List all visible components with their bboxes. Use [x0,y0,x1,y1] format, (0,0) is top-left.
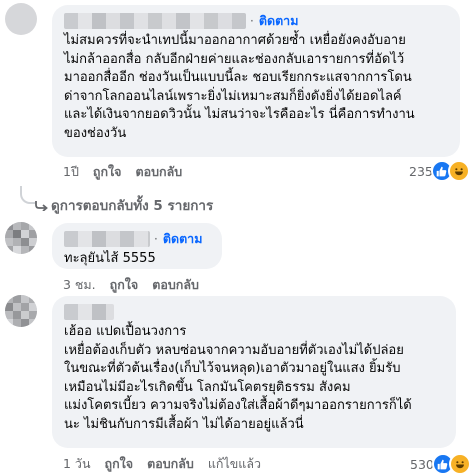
haha-icon [447,160,470,182]
reaction-count: 235 [409,163,433,179]
comment-bubble: · ติดตาม ไม่สมควรที่จะนำเทปนี้มาออกอากาศ… [52,5,460,157]
comment-bubble: · ติดตาม ทะลุยันไส้ 5555 [52,223,222,269]
view-replies-link[interactable]: ดูการตอบกลับทั้ง 5 รายการ [35,194,213,216]
comment-bubble: เฮ้ออ แปดเปื้อนวงการ เหยื่อต้องเก็บตัว ห… [52,296,456,448]
author-name[interactable] [64,231,150,247]
like-button[interactable]: ถูกใจ [93,162,122,182]
haha-icon [448,453,471,475]
comment-actions: 3 ชม. ถูกใจ ตอบกลับ [63,277,213,293]
comment-text: ทะลุยันไส้ 5555 [64,251,156,266]
comment-actions: 1ปี ถูกใจ ตอบกลับ [63,164,196,180]
reaction-summary[interactable]: 235 [409,160,470,182]
reply-button[interactable]: ตอบกลับ [152,275,199,295]
avatar[interactable] [5,222,37,254]
timestamp[interactable]: 1 วัน [63,454,91,474]
comment-text: เฮ้ออ แปดเปื้อนวงการ เหยื่อต้องเก็บตัว ห… [64,324,412,432]
author-name[interactable] [64,304,114,320]
follow-button[interactable]: ติดตาม [259,11,299,31]
thread-connector [20,186,36,204]
reply-button[interactable]: ตอบกลับ [135,162,182,182]
reaction-count: 530 [410,456,434,472]
separator-dot: · [154,232,158,246]
timestamp[interactable]: 1ปี [63,162,79,182]
avatar[interactable] [5,295,37,327]
edited-label: แก้ไขแล้ว [207,456,262,471]
reaction-summary[interactable]: 530 [410,453,471,475]
comment-actions: 1 วัน ถูกใจ ตอบกลับ แก้ไขแล้ว [63,456,275,472]
reply-arrow-icon [35,200,48,211]
author-name[interactable] [64,13,246,29]
view-replies-label: ดูการตอบกลับทั้ง 5 รายการ [51,198,214,214]
follow-button[interactable]: ติดตาม [163,229,203,249]
like-button[interactable]: ถูกใจ [110,275,139,295]
reply-button[interactable]: ตอบกลับ [147,454,194,474]
comment-text: ไม่สมควรที่จะนำเทปนี้มาออกอากาศด้วยซ้ำ เ… [64,33,415,141]
timestamp[interactable]: 3 ชม. [63,275,96,295]
avatar[interactable] [5,3,37,35]
like-button[interactable]: ถูกใจ [105,454,134,474]
separator-dot: · [250,14,254,28]
